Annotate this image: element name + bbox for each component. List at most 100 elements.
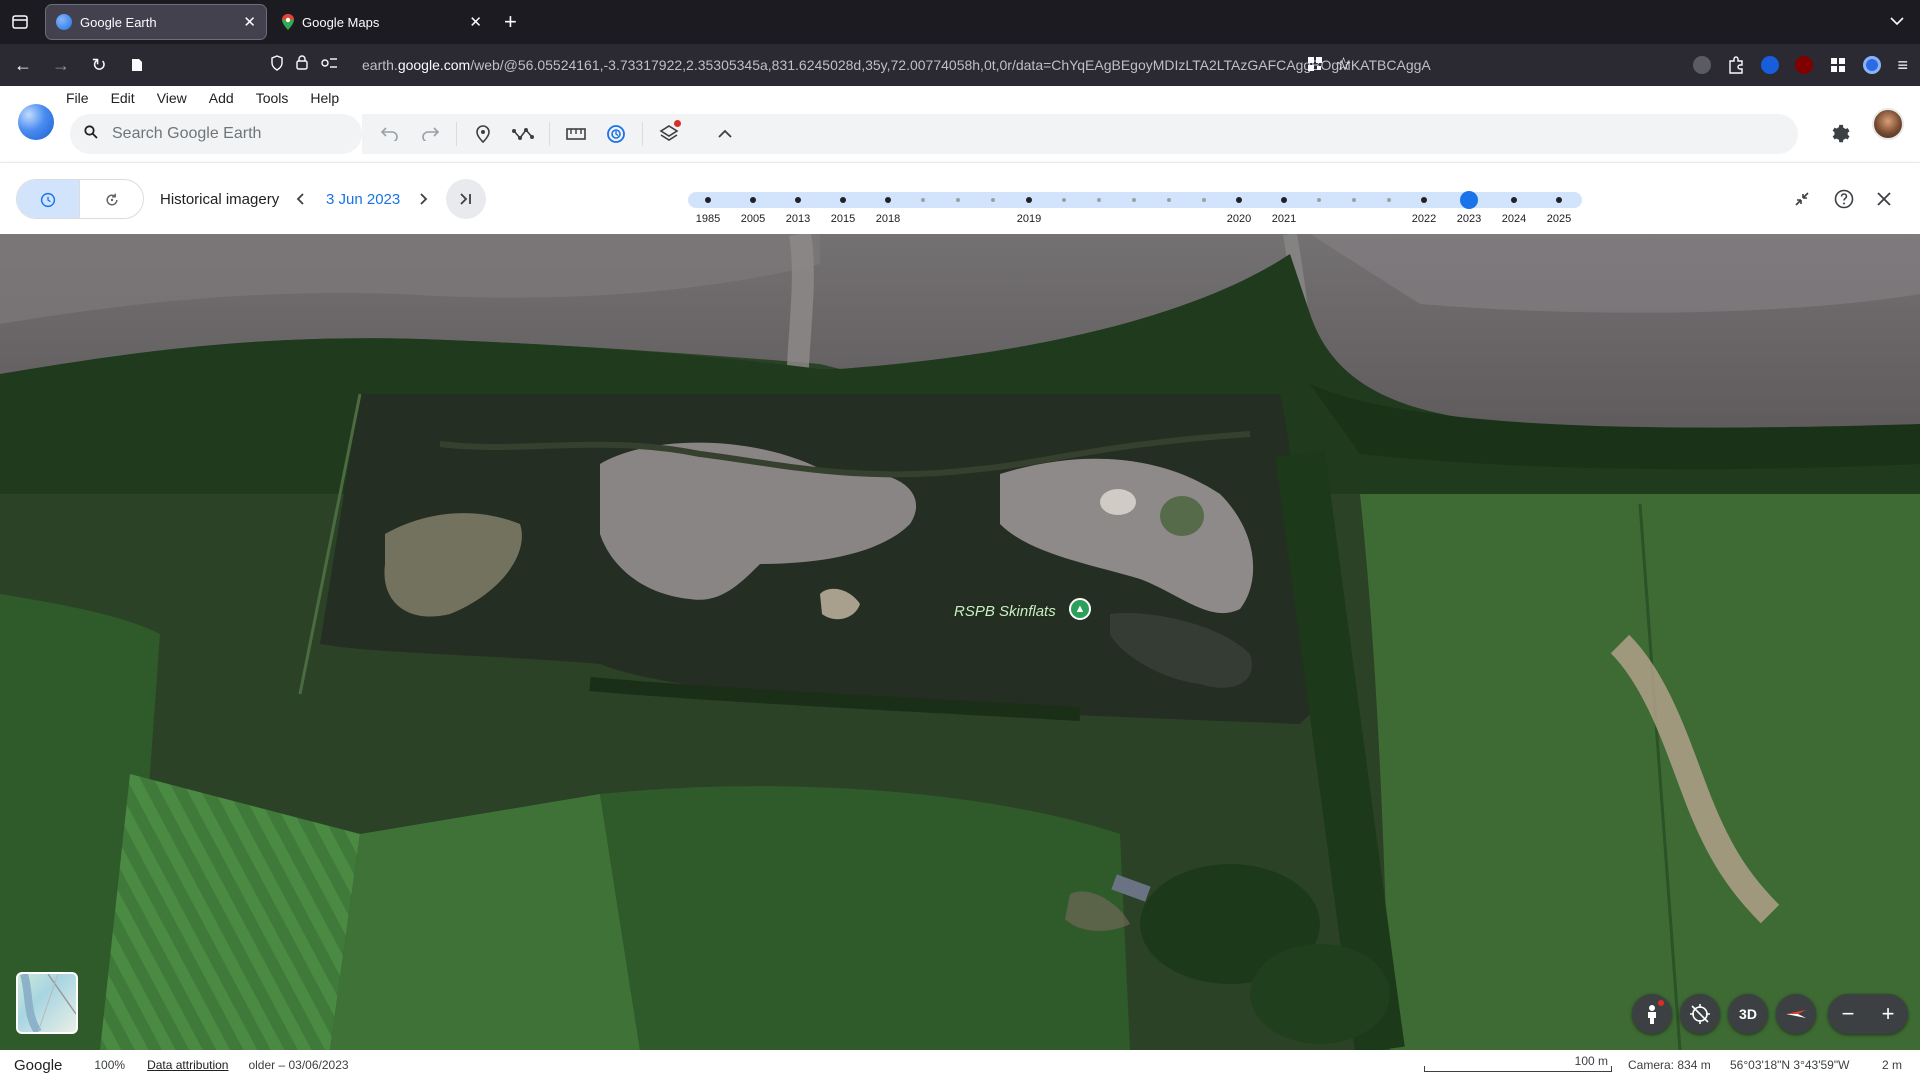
timeline-year-tick[interactable]: [1556, 197, 1562, 203]
draw-path-icon[interactable]: [503, 116, 543, 152]
menu-add[interactable]: Add: [209, 90, 234, 106]
previous-date-chevron-icon[interactable]: [290, 187, 310, 211]
timeline-minor-tick[interactable]: [1352, 198, 1356, 202]
redo-icon[interactable]: [410, 116, 450, 152]
timeline-year-label: 2022: [1411, 213, 1437, 225]
timeline-year-tick[interactable]: [1236, 197, 1242, 203]
jump-to-latest-icon[interactable]: [446, 179, 486, 219]
timeline-minor-tick[interactable]: [1062, 198, 1066, 202]
timeline-minor-tick[interactable]: [921, 198, 925, 202]
zoom-out-icon[interactable]: −: [1828, 994, 1868, 1034]
close-tab-icon[interactable]: ✕: [469, 13, 482, 31]
timeline-minor-tick[interactable]: [1387, 198, 1391, 202]
historical-imagery-icon[interactable]: [596, 116, 636, 152]
add-placemark-icon[interactable]: [463, 116, 503, 152]
timeline-year-tick[interactable]: [1511, 197, 1517, 203]
tilt-reset-icon[interactable]: [1680, 994, 1720, 1034]
search-icon[interactable]: [84, 124, 98, 144]
cursor-coordinates: 56°03'18"N 3°43'59"W: [1730, 1058, 1850, 1072]
bookmark-star-icon[interactable]: ☆: [1335, 54, 1351, 75]
menu-edit[interactable]: Edit: [111, 90, 135, 106]
next-date-chevron-icon[interactable]: [414, 187, 434, 211]
status-bar: Google 100% Data attribution older – 03/…: [0, 1050, 1920, 1080]
timeline-minor-tick[interactable]: [1132, 198, 1136, 202]
url-path: /web/@56.05524161,-3.73317922,2.35305345…: [470, 57, 1431, 73]
shield-icon[interactable]: [270, 54, 284, 76]
extension-mask-icon[interactable]: [1693, 56, 1712, 74]
data-attribution-link[interactable]: Data attribution: [147, 1058, 228, 1072]
historical-mode-button[interactable]: [17, 180, 81, 218]
pegman-street-view-icon[interactable]: [1632, 994, 1672, 1034]
settings-gear-icon[interactable]: [1820, 114, 1860, 154]
measure-ruler-icon[interactable]: [556, 116, 596, 152]
timeline-year-tick[interactable]: [1026, 197, 1032, 203]
timeline-year-tick[interactable]: [885, 197, 891, 203]
search-input[interactable]: [112, 125, 332, 143]
3d-toggle-button[interactable]: 3D: [1728, 994, 1768, 1034]
minimap-thumbnail[interactable]: [16, 972, 78, 1034]
historical-imagery-label: Historical imagery: [160, 191, 280, 208]
url-bar[interactable]: earth.google.com/web/@56.05524161,-3.733…: [270, 52, 1470, 78]
reload-icon[interactable]: ↻: [80, 49, 118, 81]
current-mode-button[interactable]: [80, 180, 143, 218]
timeline-minor-tick[interactable]: [1317, 198, 1321, 202]
timeline-minor-tick[interactable]: [1097, 198, 1101, 202]
collapse-panel-icon[interactable]: [1786, 183, 1818, 215]
extension-circle-icon[interactable]: [1863, 56, 1882, 74]
toolbar-divider: [642, 122, 643, 146]
timeline-minor-tick[interactable]: [956, 198, 960, 202]
new-tab-icon[interactable]: +: [504, 9, 517, 35]
timeline-selected-handle[interactable]: [1460, 191, 1478, 209]
menu-help[interactable]: Help: [310, 90, 339, 106]
place-label-rspb-skinflats[interactable]: RSPB Skinflats: [954, 603, 1056, 620]
extension-puzzle-icon[interactable]: [1727, 56, 1745, 74]
menu-view[interactable]: View: [157, 90, 187, 106]
hamburger-menu-icon[interactable]: ≡: [1897, 55, 1908, 76]
menu-tools[interactable]: Tools: [256, 90, 289, 106]
timeline-year-tick[interactable]: [795, 197, 801, 203]
imagery-date: older – 03/06/2023: [248, 1058, 349, 1072]
chevron-down-icon[interactable]: [1890, 13, 1904, 31]
permissions-icon[interactable]: [320, 56, 338, 75]
qr-code-icon[interactable]: [1307, 56, 1323, 77]
tab-list-icon[interactable]: [0, 0, 40, 44]
zoom-in-icon[interactable]: +: [1868, 994, 1908, 1034]
timeline-minor-tick[interactable]: [1167, 198, 1171, 202]
help-icon[interactable]: [1828, 183, 1860, 215]
timeline-year-tick[interactable]: [840, 197, 846, 203]
timeline-year-tick[interactable]: [750, 197, 756, 203]
extension-password-icon[interactable]: [1761, 56, 1780, 74]
undo-icon[interactable]: [370, 116, 410, 152]
timeline-year-tick[interactable]: [705, 197, 711, 203]
lock-icon[interactable]: [296, 55, 308, 75]
google-earth-favicon-icon: [56, 14, 72, 30]
url-text[interactable]: earth.google.com/web/@56.05524161,-3.733…: [362, 57, 1462, 73]
tab-google-maps[interactable]: Google Maps ✕: [272, 5, 492, 39]
satellite-map-view[interactable]: RSPB Skinflats ▲ 3D − +: [0, 234, 1920, 1050]
map-layers-icon[interactable]: [649, 116, 689, 152]
google-earth-logo-icon[interactable]: [18, 104, 54, 140]
reader-page-icon[interactable]: [118, 49, 156, 81]
camera-altitude: Camera: 834 m: [1628, 1058, 1711, 1072]
compass-icon[interactable]: [1776, 994, 1816, 1034]
nature-reserve-pin-icon[interactable]: ▲: [1069, 598, 1091, 620]
search-box[interactable]: [70, 114, 362, 154]
timeline-minor-tick[interactable]: [991, 198, 995, 202]
back-arrow-icon[interactable]: ←: [4, 49, 42, 81]
close-tab-icon[interactable]: ✕: [243, 13, 256, 31]
collapse-toolbar-icon[interactable]: [705, 116, 745, 152]
extension-ublock-icon[interactable]: [1795, 56, 1814, 74]
timeline-year-tick[interactable]: [1421, 197, 1427, 203]
user-avatar[interactable]: [1872, 108, 1904, 140]
selected-date-dropdown[interactable]: 3 Jun 2023: [326, 191, 400, 208]
menu-file[interactable]: File: [66, 90, 89, 106]
timeline-minor-tick[interactable]: [1202, 198, 1206, 202]
toolbar-divider: [549, 122, 550, 146]
tab-google-earth[interactable]: Google Earth ✕: [45, 4, 267, 40]
close-icon[interactable]: [1868, 183, 1900, 215]
timeline-year-label: 2021: [1271, 213, 1297, 225]
extension-grid-icon[interactable]: [1829, 56, 1847, 74]
timeline-year-tick[interactable]: [1281, 197, 1287, 203]
scale-label: 100 m: [1574, 1054, 1608, 1068]
forward-arrow-icon[interactable]: →: [42, 49, 80, 81]
